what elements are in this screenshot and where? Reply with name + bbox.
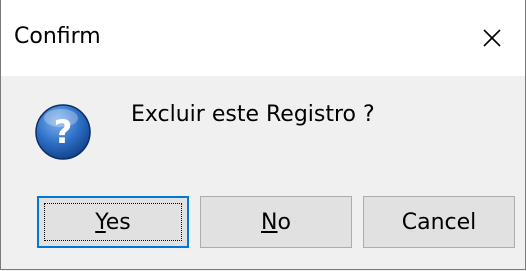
close-icon bbox=[483, 29, 501, 47]
dialog-content: ? Excluir este Registro ? Yes No Cancel bbox=[1, 76, 525, 269]
confirm-dialog: Confirm ? Excluir este Registro ? Yes No… bbox=[0, 0, 526, 270]
question-icon: ? bbox=[35, 104, 91, 160]
window-title: Confirm bbox=[14, 24, 101, 49]
no-button[interactable]: No bbox=[200, 196, 352, 248]
no-label: No bbox=[261, 209, 291, 235]
focus-ring bbox=[44, 203, 182, 241]
title-bar: Confirm bbox=[1, 0, 525, 76]
yes-button[interactable]: Yes bbox=[37, 196, 189, 248]
confirm-message: Excluir este Registro ? bbox=[131, 102, 375, 127]
cancel-button[interactable]: Cancel bbox=[363, 196, 515, 248]
cancel-label: Cancel bbox=[401, 209, 477, 235]
close-button[interactable] bbox=[459, 0, 525, 76]
svg-text:?: ? bbox=[54, 113, 73, 151]
